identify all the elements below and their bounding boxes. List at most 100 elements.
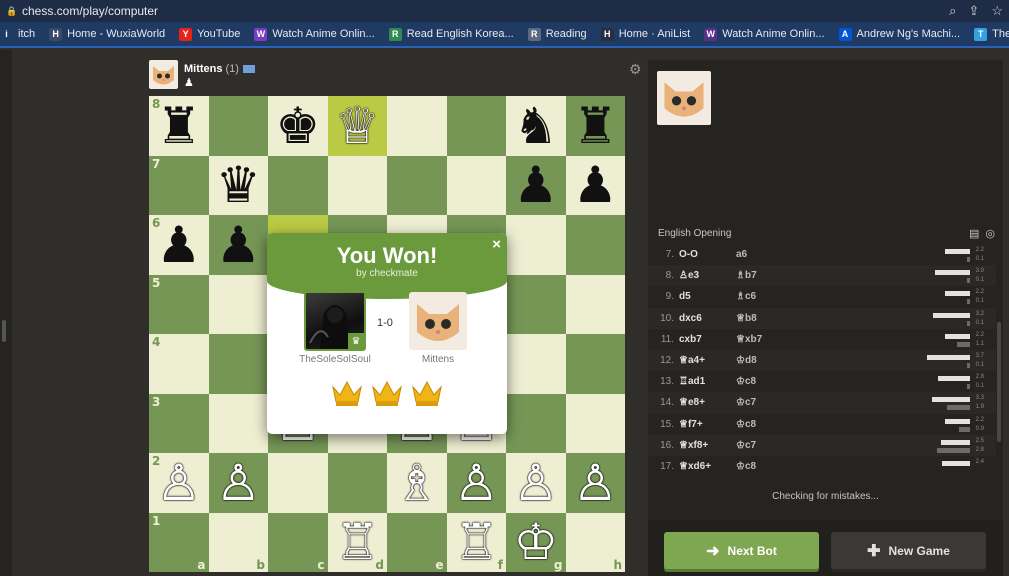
- black-move[interactable]: a6: [736, 249, 747, 260]
- square-h1[interactable]: h: [565, 512, 625, 572]
- square-h5[interactable]: [565, 274, 625, 334]
- bot-avatar[interactable]: [657, 71, 711, 125]
- square-g8[interactable]: ♞: [506, 96, 566, 156]
- bookmark-item[interactable]: W Watch Anime Onlin...: [254, 27, 375, 41]
- white-move[interactable]: cxb7: [679, 334, 702, 345]
- square-e1[interactable]: e: [387, 512, 447, 572]
- white-move[interactable]: ♙e3: [679, 270, 699, 281]
- square-a3[interactable]: 3: [149, 393, 209, 453]
- sidebar-handle[interactable]: [2, 320, 6, 342]
- square-f2[interactable]: ♙: [446, 453, 506, 513]
- square-f7[interactable]: [446, 155, 506, 215]
- move-list-scrollbar[interactable]: [997, 322, 1001, 442]
- square-a1[interactable]: 1a: [149, 512, 209, 572]
- move-list[interactable]: 7. O-O a6 2.2 0.1 8. ♙e3 ♗b7 3.0 0.1 9. d5 ♗c6 2.2 0.1…: [648, 244, 996, 474]
- new-game-button[interactable]: ✚ New Game: [831, 532, 986, 569]
- square-a4[interactable]: 4: [149, 334, 209, 394]
- compass-icon[interactable]: ◎: [985, 227, 995, 240]
- chess-piece[interactable]: ♕: [335, 101, 380, 151]
- bookmark-item[interactable]: i itch: [0, 27, 35, 41]
- square-b8[interactable]: [208, 96, 268, 156]
- bookmark-item[interactable]: R Read English Korea...: [388, 27, 514, 41]
- square-f8[interactable]: [446, 96, 506, 156]
- chess-piece[interactable]: ♟: [156, 220, 201, 270]
- black-move[interactable]: ♔c8: [736, 419, 756, 430]
- chess-piece[interactable]: ♟: [513, 160, 558, 210]
- zoom-icon[interactable]: ⌕: [949, 3, 956, 19]
- square-d1[interactable]: d ♖: [327, 512, 387, 572]
- chess-piece[interactable]: ♟: [216, 220, 261, 270]
- white-move[interactable]: ♕f7+: [679, 419, 703, 430]
- chess-piece[interactable]: ♙: [513, 458, 558, 508]
- bookmark-item[interactable]: T The Ultimate Guide...: [974, 27, 1009, 41]
- square-h4[interactable]: [565, 334, 625, 394]
- chess-piece[interactable]: ♛: [216, 160, 261, 210]
- white-move[interactable]: O-O: [679, 249, 698, 260]
- square-g7[interactable]: ♟: [506, 155, 566, 215]
- chess-piece[interactable]: ♖: [335, 517, 380, 567]
- chess-piece[interactable]: ♙: [454, 458, 499, 508]
- square-a2[interactable]: 2 ♙: [149, 453, 209, 513]
- square-h3[interactable]: [565, 393, 625, 453]
- black-move[interactable]: ♔c8: [736, 376, 756, 387]
- square-g2[interactable]: ♙: [506, 453, 566, 513]
- black-move[interactable]: ♔c8: [736, 461, 756, 472]
- chess-piece[interactable]: ♖: [454, 517, 499, 567]
- chess-piece[interactable]: ♞: [513, 101, 558, 151]
- black-move[interactable]: ♗c6: [736, 291, 756, 302]
- square-b1[interactable]: b: [208, 512, 268, 572]
- bookmark-item[interactable]: H Home · AniList: [600, 27, 690, 41]
- white-move[interactable]: dxc6: [679, 313, 702, 324]
- chess-piece[interactable]: ♔: [513, 517, 558, 567]
- square-f1[interactable]: f ♖: [446, 512, 506, 572]
- square-b6[interactable]: ♟: [208, 215, 268, 275]
- square-b5[interactable]: [208, 274, 268, 334]
- square-h8[interactable]: ♜: [565, 96, 625, 156]
- chess-piece[interactable]: ♜: [573, 101, 618, 151]
- bookmark-item[interactable]: A Andrew Ng's Machi...: [838, 27, 960, 41]
- square-a8[interactable]: 8 ♜: [149, 96, 209, 156]
- square-a7[interactable]: 7: [149, 155, 209, 215]
- square-b7[interactable]: ♛: [208, 155, 268, 215]
- close-icon[interactable]: ×: [492, 236, 501, 253]
- chess-piece[interactable]: ♗: [394, 458, 439, 508]
- square-c7[interactable]: [268, 155, 328, 215]
- square-c1[interactable]: c: [268, 512, 328, 572]
- square-e2[interactable]: ♗: [387, 453, 447, 513]
- white-move[interactable]: ♖ad1: [679, 376, 705, 387]
- black-move[interactable]: ♗b7: [736, 270, 757, 281]
- chess-piece[interactable]: ♙: [573, 458, 618, 508]
- chess-piece[interactable]: ♟: [573, 160, 618, 210]
- square-g5[interactable]: [506, 274, 566, 334]
- square-c8[interactable]: ♚: [268, 96, 328, 156]
- square-b2[interactable]: ♙: [208, 453, 268, 513]
- next-bot-button[interactable]: ➜ Next Bot: [664, 532, 819, 569]
- white-move[interactable]: d5: [679, 291, 691, 302]
- book-icon[interactable]: ▤: [969, 227, 979, 240]
- black-move[interactable]: ♔c7: [736, 397, 756, 408]
- share-icon[interactable]: ⇪: [968, 3, 979, 19]
- square-d2[interactable]: [327, 453, 387, 513]
- square-d7[interactable]: [327, 155, 387, 215]
- black-move[interactable]: ♕xb7: [736, 334, 762, 345]
- square-h6[interactable]: [565, 215, 625, 275]
- white-move[interactable]: ♕xf8+: [679, 440, 708, 451]
- square-g6[interactable]: [506, 215, 566, 275]
- square-b4[interactable]: [208, 334, 268, 394]
- square-g1[interactable]: g ♔: [506, 512, 566, 572]
- top-player-name[interactable]: Mittens: [184, 63, 223, 75]
- white-move[interactable]: ♕xd6+: [679, 461, 711, 472]
- settings-gear-icon[interactable]: ⚙: [629, 61, 642, 78]
- chess-piece[interactable]: ♙: [216, 458, 261, 508]
- bookmark-item[interactable]: Y YouTube: [179, 27, 240, 41]
- url-text[interactable]: chess.com/play/computer: [22, 4, 158, 18]
- square-b3[interactable]: [208, 393, 268, 453]
- mittens-avatar-small[interactable]: [149, 60, 178, 89]
- mittens-avatar-modal[interactable]: [409, 292, 467, 350]
- chess-piece[interactable]: ♙: [156, 458, 201, 508]
- square-g3[interactable]: [506, 393, 566, 453]
- white-move[interactable]: ♕a4+: [679, 355, 705, 366]
- square-h7[interactable]: ♟: [565, 155, 625, 215]
- square-e7[interactable]: [387, 155, 447, 215]
- address-bar[interactable]: 🔒 chess.com/play/computer ⌕ ⇪ ☆: [0, 0, 1009, 22]
